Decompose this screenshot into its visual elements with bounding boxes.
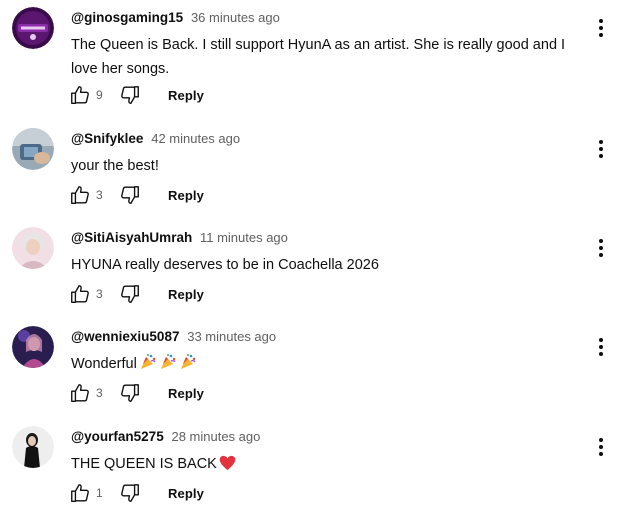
more-options-button[interactable] bbox=[592, 236, 610, 260]
comment-text-content: Wonderful bbox=[71, 356, 137, 372]
thumb-down-icon bbox=[121, 484, 139, 502]
comment-actions: 3 Reply bbox=[68, 282, 204, 306]
comment-item: @SitiAisyahUmrah 11 minutes ago HYUNA re… bbox=[0, 220, 640, 320]
dislike-button[interactable] bbox=[118, 381, 142, 405]
comment-actions: 3 Reply bbox=[68, 381, 204, 405]
comment-item: @yourfan5275 28 minutes ago THE QUEEN IS… bbox=[0, 419, 640, 519]
comment-actions: 1 Reply bbox=[68, 481, 204, 505]
comment-item: @wenniexiu5087 33 minutes ago Wonderful … bbox=[0, 319, 640, 419]
party-popper-icon bbox=[179, 353, 197, 379]
party-popper-icon bbox=[139, 353, 157, 379]
comment-timestamp[interactable]: 36 minutes ago bbox=[191, 10, 280, 25]
like-button[interactable] bbox=[68, 183, 92, 207]
thumb-up-icon bbox=[71, 186, 89, 204]
like-button[interactable] bbox=[68, 83, 92, 107]
thumb-down-icon bbox=[121, 186, 139, 204]
thumb-up-icon bbox=[71, 285, 89, 303]
comment-actions: 9 Reply bbox=[68, 83, 204, 107]
reply-button[interactable]: Reply bbox=[168, 287, 204, 302]
party-popper-icon bbox=[159, 353, 177, 379]
comment-header: @yourfan5275 28 minutes ago bbox=[71, 428, 260, 446]
comment-author[interactable]: @Snifyklee bbox=[71, 131, 143, 146]
comment-header: @wenniexiu5087 33 minutes ago bbox=[71, 328, 276, 346]
like-count: 3 bbox=[96, 386, 103, 400]
comment-author[interactable]: @yourfan5275 bbox=[71, 429, 164, 444]
thumb-down-icon bbox=[121, 86, 139, 104]
comment-item: @Snifyklee 42 minutes ago your the best!… bbox=[0, 121, 640, 221]
dislike-button[interactable] bbox=[118, 481, 142, 505]
more-vert-icon bbox=[599, 140, 603, 158]
comment-item: @ginosgaming15 36 minutes ago The Queen … bbox=[0, 0, 640, 104]
reply-button[interactable]: Reply bbox=[168, 486, 204, 501]
more-vert-icon bbox=[599, 338, 603, 356]
red-heart-icon bbox=[219, 455, 236, 479]
more-vert-icon bbox=[599, 239, 603, 257]
comment-header: @Snifyklee 42 minutes ago bbox=[71, 130, 240, 148]
comment-text: HYUNA really deserves to be in Coachella… bbox=[71, 257, 379, 273]
comment-text: your the best! bbox=[71, 158, 159, 174]
comment-author[interactable]: @wenniexiu5087 bbox=[71, 329, 179, 344]
dislike-button[interactable] bbox=[118, 282, 142, 306]
thumb-down-icon bbox=[121, 285, 139, 303]
avatar[interactable] bbox=[12, 326, 54, 368]
comment-header: @SitiAisyahUmrah 11 minutes ago bbox=[71, 229, 288, 247]
like-button[interactable] bbox=[68, 282, 92, 306]
comment-timestamp[interactable]: 33 minutes ago bbox=[187, 329, 276, 344]
comment-text: THE QUEEN IS BACK bbox=[71, 452, 591, 479]
more-vert-icon bbox=[599, 438, 603, 456]
comment-timestamp[interactable]: 28 minutes ago bbox=[171, 429, 260, 444]
comment-header: @ginosgaming15 36 minutes ago bbox=[71, 9, 280, 27]
thumb-up-icon bbox=[71, 384, 89, 402]
comment-actions: 3 Reply bbox=[68, 183, 204, 207]
thumb-down-icon bbox=[121, 384, 139, 402]
comment-timestamp[interactable]: 42 minutes ago bbox=[151, 131, 240, 146]
like-count: 3 bbox=[96, 188, 103, 202]
more-vert-icon bbox=[599, 19, 603, 37]
comment-text: The Queen is Back. I still support HyunA… bbox=[71, 37, 566, 77]
avatar[interactable] bbox=[12, 426, 54, 468]
thumb-up-icon bbox=[71, 86, 89, 104]
reply-button[interactable]: Reply bbox=[168, 386, 204, 401]
more-options-button[interactable] bbox=[592, 137, 610, 161]
avatar[interactable] bbox=[12, 227, 54, 269]
avatar[interactable] bbox=[12, 128, 54, 170]
dislike-button[interactable] bbox=[118, 83, 142, 107]
comment-text: Wonderful bbox=[71, 352, 591, 379]
reply-button[interactable]: Reply bbox=[168, 88, 204, 103]
reply-button[interactable]: Reply bbox=[168, 188, 204, 203]
more-options-button[interactable] bbox=[592, 435, 610, 459]
more-options-button[interactable] bbox=[592, 16, 610, 40]
comment-author[interactable]: @ginosgaming15 bbox=[71, 10, 183, 25]
comment-author[interactable]: @SitiAisyahUmrah bbox=[71, 230, 192, 245]
more-options-button[interactable] bbox=[592, 335, 610, 359]
dislike-button[interactable] bbox=[118, 183, 142, 207]
like-count: 3 bbox=[96, 287, 103, 301]
thumb-up-icon bbox=[71, 484, 89, 502]
like-count: 9 bbox=[96, 88, 103, 102]
avatar[interactable] bbox=[12, 7, 54, 49]
like-count: 1 bbox=[96, 486, 103, 500]
comment-timestamp[interactable]: 11 minutes ago bbox=[200, 230, 288, 245]
like-button[interactable] bbox=[68, 381, 92, 405]
comment-text-content: THE QUEEN IS BACK bbox=[71, 456, 217, 472]
like-button[interactable] bbox=[68, 481, 92, 505]
